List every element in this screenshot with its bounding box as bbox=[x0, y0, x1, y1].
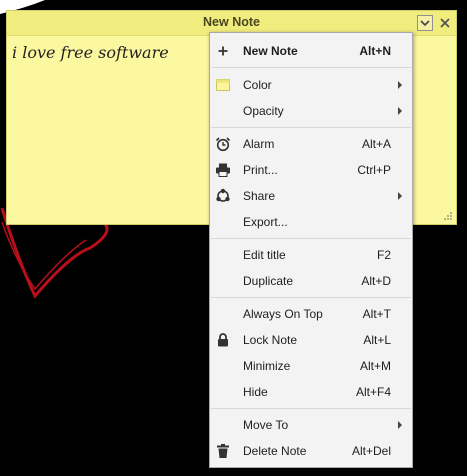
submenu-arrow-icon bbox=[398, 107, 402, 115]
color-swatch-icon bbox=[216, 79, 230, 91]
menu-item-shortcut: Alt+T bbox=[362, 307, 391, 321]
menu-separator bbox=[211, 67, 411, 68]
menu-item-edit-title[interactable]: Edit title F2 bbox=[210, 242, 412, 268]
submenu-arrow-icon bbox=[398, 192, 402, 200]
menu-separator bbox=[211, 297, 411, 298]
note-body-text[interactable]: i love free software bbox=[12, 43, 169, 62]
menu-item-color[interactable]: Color bbox=[210, 72, 412, 98]
menu-item-print[interactable]: Print... Ctrl+P bbox=[210, 157, 412, 183]
menu-item-always-on-top[interactable]: Always On Top Alt+T bbox=[210, 301, 412, 327]
menu-item-alarm[interactable]: Alarm Alt+A bbox=[210, 131, 412, 157]
menu-item-shortcut: Alt+F4 bbox=[355, 385, 391, 399]
close-button[interactable] bbox=[437, 15, 453, 31]
menu-item-shortcut: Alt+L bbox=[363, 333, 391, 347]
note-context-menu: New Note Alt+N Color Opacity Alarm Alt+A… bbox=[209, 32, 413, 468]
menu-item-export[interactable]: Export... bbox=[210, 209, 412, 235]
menu-item-label: Minimize bbox=[243, 359, 291, 373]
submenu-arrow-icon bbox=[398, 81, 402, 89]
menu-item-label: Export... bbox=[243, 215, 288, 229]
menu-item-lock-note[interactable]: Lock Note Alt+L bbox=[210, 327, 412, 353]
menu-item-label: New Note bbox=[243, 44, 298, 58]
resize-grip-icon[interactable] bbox=[443, 211, 453, 221]
trash-icon bbox=[217, 444, 229, 458]
menu-separator bbox=[211, 127, 411, 128]
close-icon bbox=[440, 18, 450, 28]
menu-item-label: Edit title bbox=[243, 248, 286, 262]
chevron-down-icon bbox=[420, 20, 430, 27]
menu-item-label: Color bbox=[243, 78, 272, 92]
menu-item-shortcut: Alt+N bbox=[359, 44, 391, 58]
menu-item-label: Lock Note bbox=[243, 333, 298, 347]
menu-item-shortcut: Ctrl+P bbox=[357, 163, 391, 177]
note-menu-button[interactable] bbox=[417, 15, 433, 31]
menu-item-shortcut: Alt+A bbox=[361, 137, 391, 151]
alarm-clock-icon bbox=[215, 137, 231, 152]
menu-item-share[interactable]: Share bbox=[210, 183, 412, 209]
menu-item-label: Hide bbox=[243, 385, 268, 399]
menu-item-hide[interactable]: Hide Alt+F4 bbox=[210, 379, 412, 405]
menu-separator bbox=[211, 238, 411, 239]
menu-item-delete-note[interactable]: Delete Note Alt+Del bbox=[210, 438, 412, 464]
menu-separator bbox=[211, 408, 411, 409]
menu-item-move-to[interactable]: Move To bbox=[210, 412, 412, 438]
menu-item-duplicate[interactable]: Duplicate Alt+D bbox=[210, 268, 412, 294]
menu-item-label: Share bbox=[243, 189, 276, 203]
menu-item-label: Opacity bbox=[243, 104, 284, 118]
menu-item-label: Always On Top bbox=[243, 307, 323, 321]
plus-icon bbox=[218, 46, 228, 56]
lock-icon bbox=[218, 333, 228, 347]
menu-item-label: Alarm bbox=[243, 137, 275, 151]
menu-item-new-note[interactable]: New Note Alt+N bbox=[210, 38, 412, 64]
menu-item-shortcut: Alt+Del bbox=[351, 444, 391, 458]
share-icon bbox=[216, 188, 230, 202]
note-title[interactable]: New Note bbox=[7, 15, 456, 29]
menu-item-label: Delete Note bbox=[243, 444, 307, 458]
menu-item-opacity[interactable]: Opacity bbox=[210, 98, 412, 124]
menu-item-label: Move To bbox=[243, 418, 289, 432]
menu-item-shortcut: Alt+M bbox=[359, 359, 391, 373]
menu-item-shortcut: F2 bbox=[376, 248, 391, 262]
menu-item-label: Print... bbox=[243, 163, 278, 177]
menu-item-minimize[interactable]: Minimize Alt+M bbox=[210, 353, 412, 379]
printer-icon bbox=[216, 163, 230, 177]
menu-item-shortcut: Alt+D bbox=[361, 274, 391, 288]
submenu-arrow-icon bbox=[398, 421, 402, 429]
menu-item-label: Duplicate bbox=[243, 274, 294, 288]
